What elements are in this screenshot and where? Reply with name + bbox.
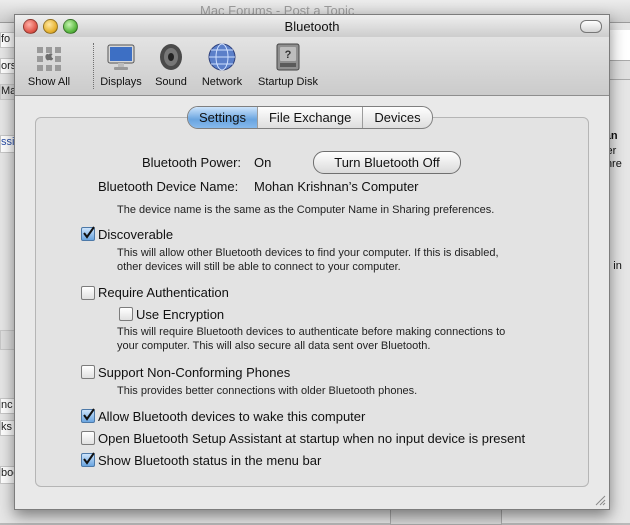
- use-encryption-label[interactable]: Use Encryption: [136, 307, 224, 322]
- discoverable-label[interactable]: Discoverable: [98, 227, 173, 242]
- tab-file-exchange[interactable]: File Exchange: [256, 107, 362, 128]
- tab-bar: Settings File Exchange Devices: [187, 106, 433, 129]
- toolbar-toggle-button[interactable]: [580, 20, 602, 33]
- device-name-label: Bluetooth Device Name:: [98, 179, 239, 194]
- allow-wake-label[interactable]: Allow Bluetooth devices to wake this com…: [98, 409, 365, 424]
- toolbar-separator: [93, 43, 94, 89]
- toolbar-displays[interactable]: Displays: [97, 41, 145, 93]
- checkmark-icon: [83, 226, 95, 239]
- window-titlebar: Bluetooth: [15, 15, 609, 37]
- checkmark-icon: [83, 452, 95, 465]
- toolbar-displays-label: Displays: [100, 76, 142, 88]
- status-menu-label[interactable]: Show Bluetooth status in the menu bar: [98, 453, 321, 468]
- display-icon: [105, 41, 137, 73]
- bluetooth-preferences-window: Bluetooth Show All Displays Sound Networ…: [14, 14, 610, 510]
- non-conforming-description: This provides better connections with ol…: [117, 385, 418, 397]
- require-authentication-checkbox[interactable]: [81, 286, 95, 300]
- toolbar-show-all-label: Show All: [27, 76, 71, 88]
- tab-devices[interactable]: Devices: [362, 107, 431, 128]
- toolbar-network[interactable]: Network: [197, 41, 247, 93]
- resize-grip-icon[interactable]: [595, 495, 606, 506]
- turn-bluetooth-off-button[interactable]: Turn Bluetooth Off: [313, 151, 461, 174]
- use-encryption-checkbox[interactable]: [119, 307, 133, 321]
- toolbar: Show All Displays Sound Network ? Startu…: [15, 37, 609, 96]
- discoverable-description-1: This will allow other Bluetooth devices …: [117, 247, 499, 259]
- encryption-description-1: This will require Bluetooth devices to a…: [117, 326, 506, 338]
- non-conforming-phones-checkbox[interactable]: [81, 365, 95, 379]
- toolbar-startup-disk-label: Startup Disk: [258, 76, 318, 88]
- status-menu-checkbox[interactable]: [81, 452, 95, 467]
- non-conforming-phones-label[interactable]: Support Non-Conforming Phones: [98, 365, 290, 380]
- setup-assistant-checkbox[interactable]: [81, 431, 95, 445]
- globe-icon: [206, 41, 238, 73]
- power-value: On: [254, 155, 272, 170]
- disk-icon: ?: [272, 41, 304, 73]
- speaker-icon: [155, 41, 187, 73]
- discoverable-description-2: other devices will still be able to conn…: [117, 261, 401, 273]
- toolbar-startup-disk[interactable]: ? Startup Disk: [253, 41, 323, 93]
- checkmark-icon: [83, 408, 95, 421]
- window-title: Bluetooth: [284, 19, 340, 34]
- background-dock-strip: [390, 508, 502, 525]
- setup-assistant-label[interactable]: Open Bluetooth Setup Assistant at startu…: [98, 431, 525, 446]
- toolbar-sound[interactable]: Sound: [151, 41, 191, 93]
- tab-settings[interactable]: Settings: [188, 107, 257, 128]
- apple-icon: [33, 41, 65, 73]
- toolbar-sound-label: Sound: [155, 76, 187, 88]
- svg-text:?: ?: [285, 49, 292, 61]
- encryption-description-2: your computer. This will also secure all…: [117, 340, 431, 352]
- power-label: Bluetooth Power:: [142, 155, 242, 170]
- toolbar-network-label: Network: [201, 76, 243, 88]
- toolbar-show-all[interactable]: Show All: [21, 41, 77, 93]
- device-name-value: Mohan Krishnan’s Computer: [254, 179, 419, 194]
- discoverable-checkbox[interactable]: [81, 226, 95, 241]
- require-authentication-label[interactable]: Require Authentication: [98, 285, 229, 300]
- device-name-description: The device name is the same as the Compu…: [117, 204, 495, 216]
- allow-wake-checkbox[interactable]: [81, 408, 95, 423]
